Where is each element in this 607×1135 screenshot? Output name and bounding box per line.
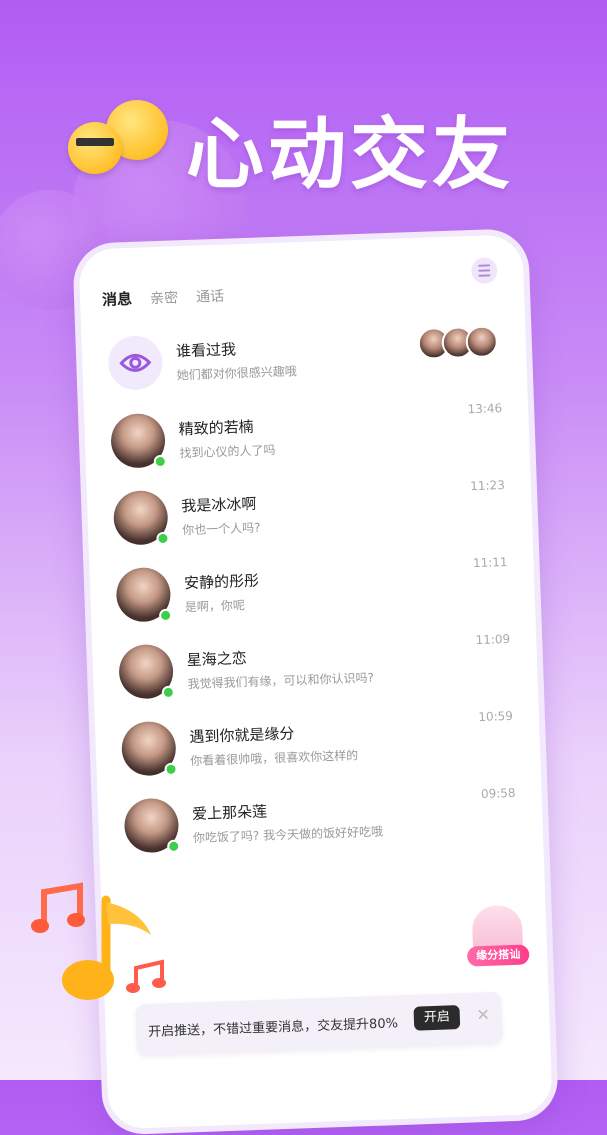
tab-calls[interactable]: 通话 <box>196 286 225 307</box>
contact-name: 爱上那朵莲 <box>191 802 268 824</box>
tab-messages[interactable]: 消息 <box>102 288 133 310</box>
push-notification-text: 开启推送，不错过重要消息，交友提升80% <box>147 1016 399 1040</box>
sunglasses-emoji-icon <box>68 122 122 174</box>
contact-name: 安静的彤彤 <box>183 571 260 593</box>
enable-push-button[interactable]: 开启 <box>413 1005 461 1031</box>
conversation-item[interactable]: 星海之恋 我觉得我们有缘，可以和你认识吗? 11:09 <box>118 632 516 710</box>
conversation-item[interactable]: 精致的若楠 找到心仪的人了吗 13:46 <box>110 401 508 479</box>
message-time: 13:46 <box>467 401 503 417</box>
avatar <box>465 325 499 359</box>
contact-name: 星海之恋 <box>186 649 248 670</box>
message-time: 10:59 <box>478 708 514 725</box>
online-status-dot <box>158 608 173 623</box>
message-preview: 找到心仪的人了吗 <box>179 442 276 461</box>
visitors-row[interactable]: 谁看过我 她们都对你很感兴趣哦 <box>107 323 505 401</box>
online-status-dot <box>156 531 170 546</box>
menu-icon[interactable] <box>470 257 498 285</box>
visitors-subtitle: 她们都对你很感兴趣哦 <box>176 364 297 383</box>
visitors-title: 谁看过我 <box>175 340 237 361</box>
match-greeting-button[interactable]: 缘分搭讪 <box>466 904 530 967</box>
message-preview: 你看着很帅哦，很喜欢你这样的 <box>190 748 359 769</box>
contact-name: 遇到你就是缘分 <box>189 724 295 747</box>
message-preview: 你也一个人吗? <box>181 520 261 538</box>
conversation-item[interactable]: 我是冰冰啊 你也一个人吗? 11:23 <box>112 478 511 556</box>
message-preview: 是啊，你呢 <box>184 598 246 615</box>
online-status-dot <box>164 762 178 777</box>
message-tabs: 消息 亲密 通话 <box>102 285 225 310</box>
conversation-item[interactable]: 遇到你就是缘分 你看着很帅哦，很喜欢你这样的 10:59 <box>120 708 519 787</box>
online-status-dot <box>161 685 176 700</box>
tab-intimate[interactable]: 亲密 <box>150 287 179 308</box>
couple-icon <box>471 904 524 951</box>
online-status-dot <box>166 839 181 854</box>
message-time: 09:58 <box>480 785 516 802</box>
message-time: 11:11 <box>472 554 508 571</box>
visitor-avatars <box>417 325 499 360</box>
music-note-icon <box>126 959 166 993</box>
message-time: 11:23 <box>469 478 506 494</box>
hero-title: 心动交友 <box>186 110 515 200</box>
eye-icon <box>107 334 164 391</box>
contact-name: 我是冰冰啊 <box>181 494 257 516</box>
conversation-item[interactable]: 爱上那朵莲 你吃饭了吗? 我今天做的饭好好吃哦 09:58 <box>123 785 522 864</box>
online-status-dot <box>153 454 168 469</box>
contact-name: 精致的若楠 <box>178 417 254 439</box>
match-greeting-label: 缘分搭讪 <box>466 944 530 967</box>
message-time: 11:09 <box>475 631 511 648</box>
message-preview: 我觉得我们有缘，可以和你认识吗? <box>187 670 375 692</box>
message-preview: 你吃饭了吗? 我今天做的饭好好吃哦 <box>192 824 384 846</box>
conversation-item[interactable]: 安静的彤彤 是啊，你呢 11:11 <box>115 555 513 633</box>
close-icon[interactable]: ✕ <box>476 1005 490 1024</box>
